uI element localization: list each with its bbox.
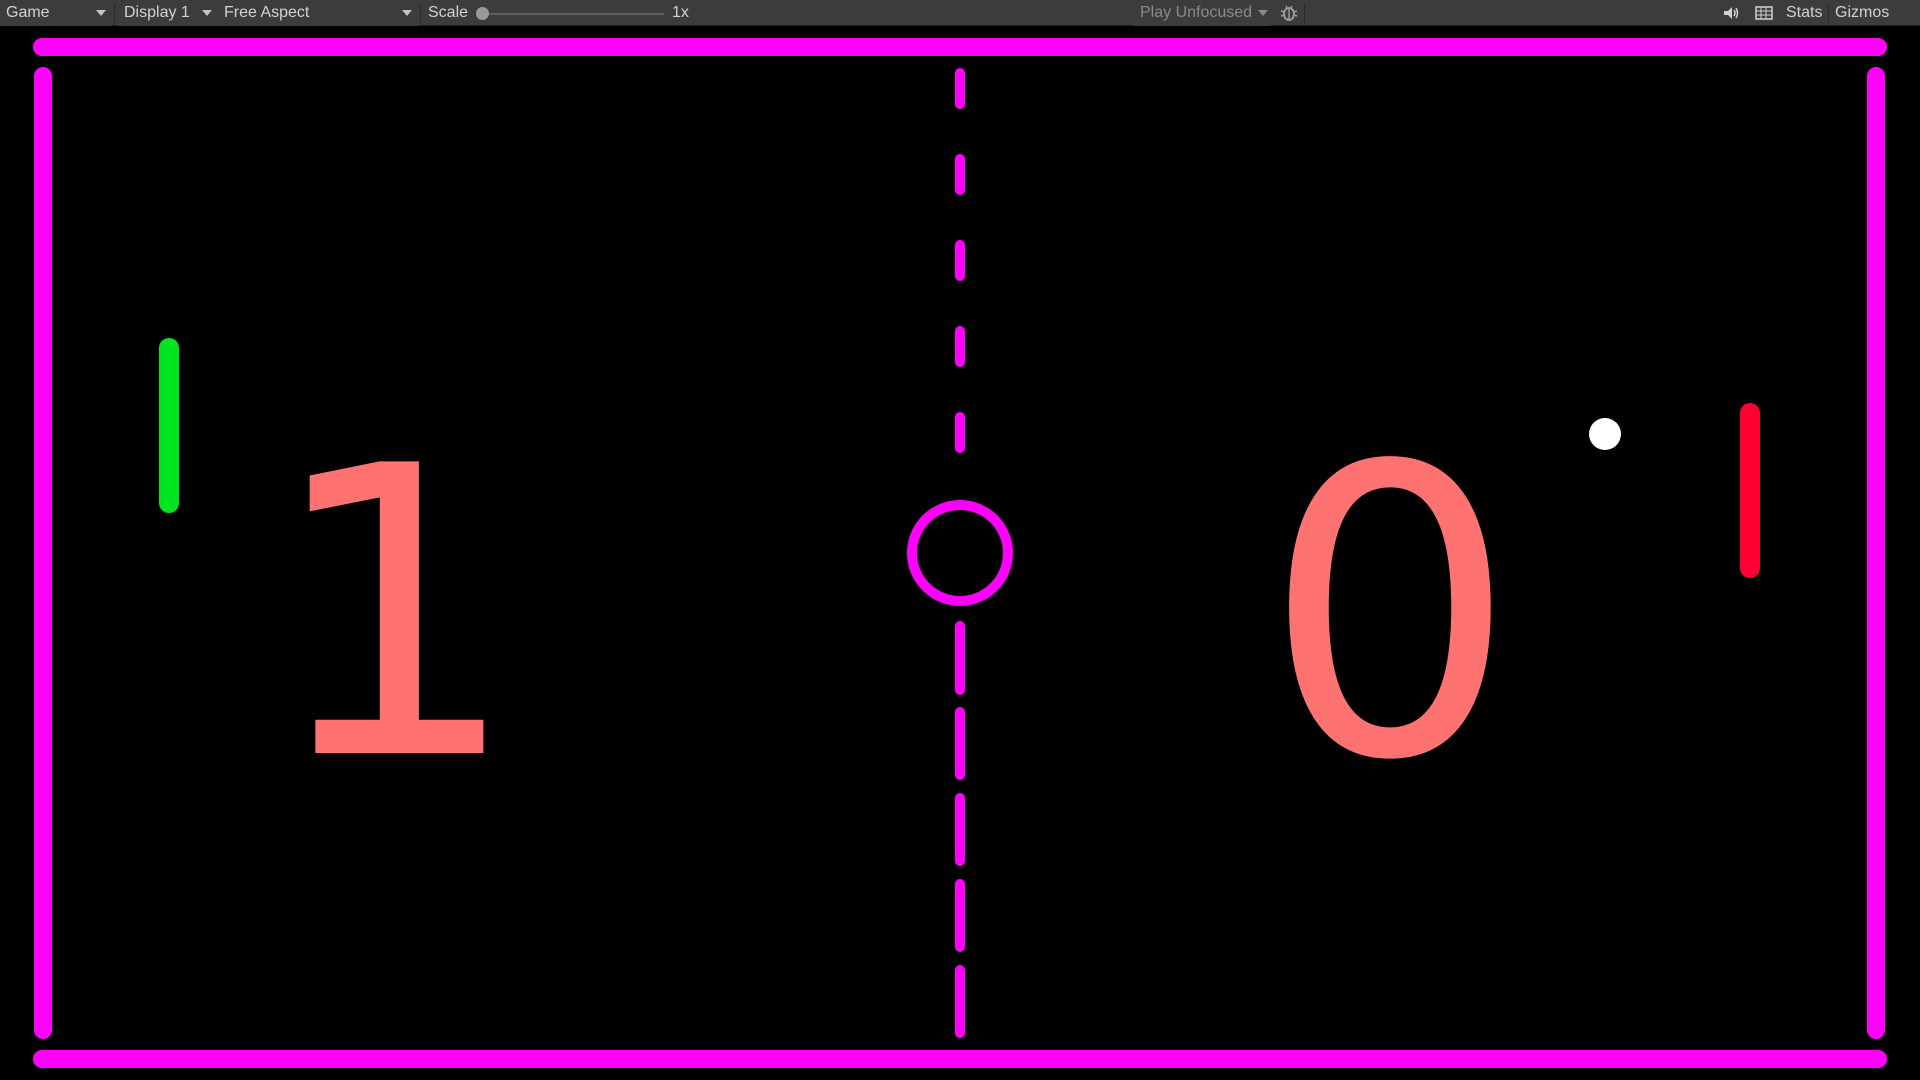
- scale-slider-track[interactable]: [482, 13, 664, 15]
- chevron-down-icon: [202, 10, 212, 16]
- play-mode-dropdown[interactable]: Play Unfocused: [1134, 0, 1270, 26]
- play-mode-label: Play Unfocused: [1140, 4, 1253, 21]
- chevron-down-icon: [96, 10, 106, 16]
- score-right: 0: [1262, 383, 1518, 848]
- ball: [1589, 418, 1621, 450]
- toolbar-divider: [420, 3, 421, 23]
- center-circle: [907, 500, 1013, 606]
- game-view-toolbar: Game Display 1 Free Aspect Scale 1x Play…: [0, 0, 1920, 26]
- gizmos-button[interactable]: Gizmos: [1835, 0, 1889, 26]
- bug-icon[interactable]: [1278, 3, 1300, 23]
- chevron-down-icon: [402, 10, 412, 16]
- game-viewport[interactable]: 1 0: [0, 26, 1920, 1080]
- display-label: Display 1: [124, 4, 190, 21]
- aspect-label: Free Aspect: [224, 4, 310, 21]
- stats-button[interactable]: Stats: [1786, 0, 1822, 26]
- scale-slider-thumb[interactable]: [476, 7, 489, 20]
- aspect-dropdown[interactable]: Free Aspect: [218, 0, 418, 26]
- speaker-icon[interactable]: [1720, 3, 1742, 23]
- display-dropdown[interactable]: Display 1: [118, 0, 218, 26]
- scale-value: 1x: [672, 4, 689, 21]
- view-tab-label: Game: [6, 4, 50, 21]
- scale-label: Scale: [428, 4, 469, 21]
- score-left: 1: [265, 383, 521, 848]
- view-tab-dropdown[interactable]: Game: [0, 0, 112, 26]
- toolbar-divider: [1304, 3, 1305, 23]
- grid-icon[interactable]: [1753, 3, 1775, 23]
- gizmos-dropdown[interactable]: [1896, 0, 1920, 26]
- toolbar-divider: [1828, 3, 1829, 23]
- toolbar-divider: [114, 3, 115, 23]
- chevron-down-icon: [1258, 10, 1268, 16]
